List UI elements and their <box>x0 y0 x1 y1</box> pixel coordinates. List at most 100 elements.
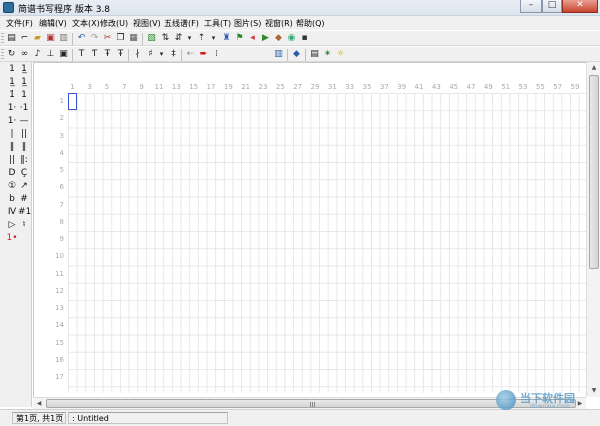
menu-view[interactable]: 视图(V) <box>133 18 161 29</box>
chevron-down-icon[interactable]: ▾ <box>184 33 195 44</box>
column-number: 25 <box>275 83 285 91</box>
print-icon[interactable]: ▥ <box>58 33 69 44</box>
menu-tools[interactable]: 工具(T) <box>204 18 231 29</box>
toolbar-separator <box>128 49 129 61</box>
book-icon[interactable]: ◆ <box>291 49 302 60</box>
loop-icon[interactable]: ↻ <box>6 49 17 60</box>
pointer-icon[interactable]: ♜ <box>221 33 232 44</box>
repeat-icon[interactable]: ∤ <box>132 49 143 60</box>
palette-symbol[interactable]: ♮ <box>18 219 30 231</box>
new-icon[interactable]: ▤ <box>6 33 17 44</box>
vertical-scroll-thumb[interactable] <box>589 75 599 269</box>
score-canvas[interactable]: 1 3 5 7 9 11 13 15 17 19 21 23 25 27 29 31 33 35 37 39 41 43 4… <box>33 62 586 397</box>
palette-symbol[interactable]: 1• <box>6 232 18 244</box>
palette-symbol[interactable]: || <box>6 154 18 166</box>
maximize-button[interactable]: □ <box>542 0 562 13</box>
screen-icon[interactable]: ▪ <box>299 33 310 44</box>
palette-symbol[interactable]: 1̇ <box>6 89 18 101</box>
app-icon <box>3 2 14 13</box>
text-style-icon[interactable]: Ƭ <box>89 49 100 60</box>
arrow-red-icon[interactable]: ➨ <box>198 49 209 60</box>
palette-symbol[interactable]: 1· <box>6 102 18 114</box>
sort-down-icon[interactable]: ⇡ <box>196 33 207 44</box>
frame-icon[interactable]: ▣ <box>58 49 69 60</box>
palette-symbol[interactable]: 1 <box>6 63 18 75</box>
close-button[interactable]: ✕ <box>562 0 598 13</box>
palette-symbol[interactable]: ① <box>6 180 18 192</box>
column-number: 39 <box>397 83 407 91</box>
delete-icon[interactable]: ▧ <box>146 33 157 44</box>
menu-window[interactable]: 视窗(R) <box>265 18 293 29</box>
scroll-up-icon[interactable]: ▲ <box>588 62 600 74</box>
record-icon[interactable]: ◆ <box>273 33 284 44</box>
menu-file[interactable]: 文件(F) <box>6 18 33 29</box>
note-icon[interactable]: ♪ <box>32 49 43 60</box>
chevron-down-icon[interactable]: ▾ <box>208 33 219 44</box>
undo-icon[interactable]: ↶ <box>76 33 87 44</box>
palette-symbol[interactable]: ‖ <box>6 141 18 153</box>
palette-symbol[interactable]: | <box>6 128 18 140</box>
menu-staff[interactable]: 五线谱(F) <box>164 18 199 29</box>
stamp-icon[interactable]: ▶ <box>260 33 271 44</box>
menu-text[interactable]: 文本(X) <box>72 18 100 29</box>
redo-icon[interactable]: ↷ <box>89 33 100 44</box>
palette-symbol[interactable]: ↗ <box>18 180 30 192</box>
copy-icon[interactable]: ❐ <box>115 33 126 44</box>
palette-symbol[interactable]: ▷ <box>6 219 18 231</box>
scroll-left-icon[interactable]: ◀ <box>33 398 45 409</box>
column-number: 57 <box>553 83 563 91</box>
palette-symbol[interactable]: — <box>18 115 30 127</box>
folder-icon[interactable]: ▰ <box>32 33 43 44</box>
star-icon[interactable]: ✧ <box>335 49 346 60</box>
text-t-icon[interactable]: ⊥ <box>45 49 56 60</box>
toolbar-grip[interactable] <box>1 49 4 61</box>
save-icon[interactable]: ▣ <box>45 33 56 44</box>
chord-stack-icon[interactable]: Ŧ <box>115 49 126 60</box>
palette-symbol[interactable]: 1· <box>6 115 18 127</box>
sort-up-icon[interactable]: ⇵ <box>173 33 184 44</box>
text-icon[interactable]: T <box>76 49 87 60</box>
score-grid[interactable] <box>68 93 586 393</box>
palette-symbol[interactable]: 1 <box>18 89 30 101</box>
column-number: 15 <box>189 83 199 91</box>
palette-symbol[interactable]: D <box>6 167 18 179</box>
minimize-button[interactable]: – <box>520 0 542 13</box>
palette-symbol[interactable]: b <box>6 193 18 205</box>
vertical-scrollbar[interactable]: ▲ ▼ <box>586 62 600 397</box>
paste-icon[interactable]: ▦ <box>128 33 139 44</box>
doc-icon[interactable]: ▤ <box>309 49 320 60</box>
palette-symbol[interactable]: Ⅳ <box>6 206 18 218</box>
palette-symbol[interactable]: || <box>18 128 30 140</box>
chord-icon[interactable]: Ŧ <box>102 49 113 60</box>
menu-edit[interactable]: 编辑(V) <box>39 18 67 29</box>
menu-image[interactable]: 图片(S) <box>234 18 261 29</box>
column-number: 23 <box>258 83 268 91</box>
palette-symbol[interactable]: 1̲ <box>18 76 30 88</box>
palette-symbol[interactable]: #1 <box>18 206 31 218</box>
flag-icon[interactable]: ⚑ <box>234 33 245 44</box>
menu-modify[interactable]: 修改(U) <box>100 18 128 29</box>
palette-icon[interactable]: ▥ <box>273 49 284 60</box>
palette-symbol[interactable]: 1̲ <box>18 63 30 75</box>
chevron-down-icon[interactable]: ▾ <box>156 49 167 60</box>
barline-icon[interactable]: ⁞ <box>211 49 222 60</box>
speaker-icon[interactable]: ◉ <box>286 33 297 44</box>
open-icon[interactable]: ⌐ <box>19 33 30 44</box>
palette-symbol[interactable]: ·1 <box>18 102 30 114</box>
cut-icon[interactable]: ✂ <box>102 33 113 44</box>
palette-symbol[interactable]: ‖: <box>18 154 30 166</box>
run-icon[interactable]: ✶ <box>322 49 333 60</box>
arrow-left-icon[interactable]: ⇠ <box>185 49 196 60</box>
palette-symbol[interactable]: # <box>18 193 30 205</box>
bar-icon[interactable]: ♯ <box>145 49 156 60</box>
erase-icon[interactable]: ◂ <box>247 33 258 44</box>
sharp-icon[interactable]: ‡ <box>168 49 179 60</box>
find-icon[interactable]: ⇅ <box>160 33 171 44</box>
toolbar-grip[interactable] <box>1 33 4 45</box>
palette-symbol[interactable]: ‖ <box>18 141 30 153</box>
rest-icon[interactable]: ∞ <box>19 49 30 60</box>
column-number: 53 <box>518 83 528 91</box>
palette-symbol[interactable]: 1̲ <box>6 76 18 88</box>
menu-help[interactable]: 帮助(Q) <box>296 18 325 29</box>
palette-symbol[interactable]: Ç <box>18 167 30 179</box>
